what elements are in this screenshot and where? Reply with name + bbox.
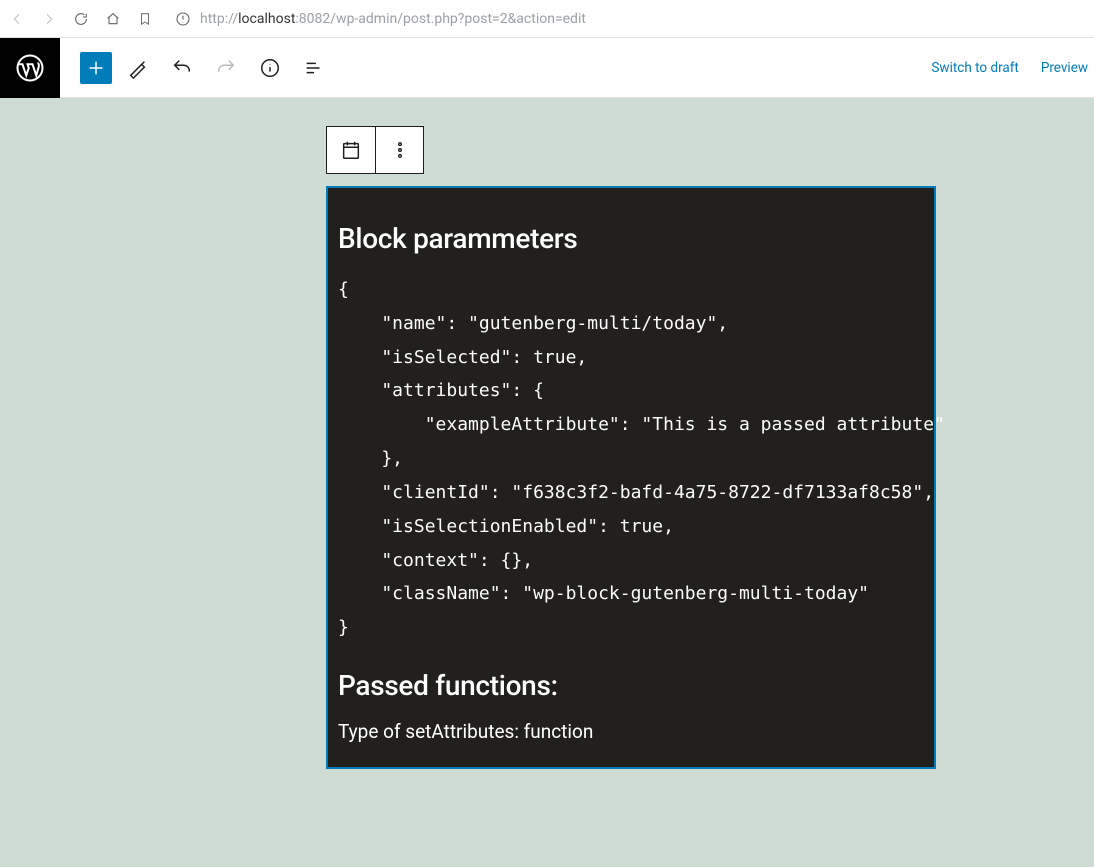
- custom-block[interactable]: Block parammeters { "name": "gutenberg-m…: [326, 186, 936, 769]
- bookmark-icon[interactable]: [136, 10, 154, 28]
- info-icon[interactable]: [252, 50, 288, 86]
- undo-icon[interactable]: [164, 50, 200, 86]
- redo-icon[interactable]: [208, 50, 244, 86]
- wordpress-logo-icon[interactable]: [0, 38, 60, 98]
- preview-button[interactable]: Preview: [1041, 60, 1088, 76]
- more-options-icon[interactable]: [375, 127, 423, 173]
- switch-to-draft-button[interactable]: Switch to draft: [931, 60, 1018, 76]
- list-view-icon[interactable]: [296, 50, 332, 86]
- block-code: { "name": "gutenberg-multi/today", "isSe…: [338, 273, 924, 645]
- not-secure-icon: [174, 10, 192, 28]
- nav-back-icon[interactable]: [8, 10, 26, 28]
- nav-forward-icon[interactable]: [40, 10, 58, 28]
- reload-icon[interactable]: [72, 10, 90, 28]
- block-heading-2: Passed functions:: [338, 669, 924, 702]
- url-text: http://localhost:8082/wp-admin/post.php?…: [200, 11, 586, 27]
- browser-toolbar: http://localhost:8082/wp-admin/post.php?…: [0, 0, 1094, 38]
- editor-header: Switch to draft Preview: [0, 38, 1094, 98]
- tools-icon[interactable]: [120, 50, 156, 86]
- add-block-button[interactable]: [80, 52, 112, 84]
- block-paragraph: Type of setAttributes: function: [338, 720, 924, 743]
- editor-canvas[interactable]: Block parammeters { "name": "gutenberg-m…: [0, 98, 1094, 867]
- block-heading: Block parammeters: [338, 222, 924, 255]
- home-icon[interactable]: [104, 10, 122, 28]
- block-toolbar: [326, 126, 424, 174]
- url-bar[interactable]: http://localhost:8082/wp-admin/post.php?…: [166, 10, 1086, 28]
- calendar-icon[interactable]: [327, 127, 375, 173]
